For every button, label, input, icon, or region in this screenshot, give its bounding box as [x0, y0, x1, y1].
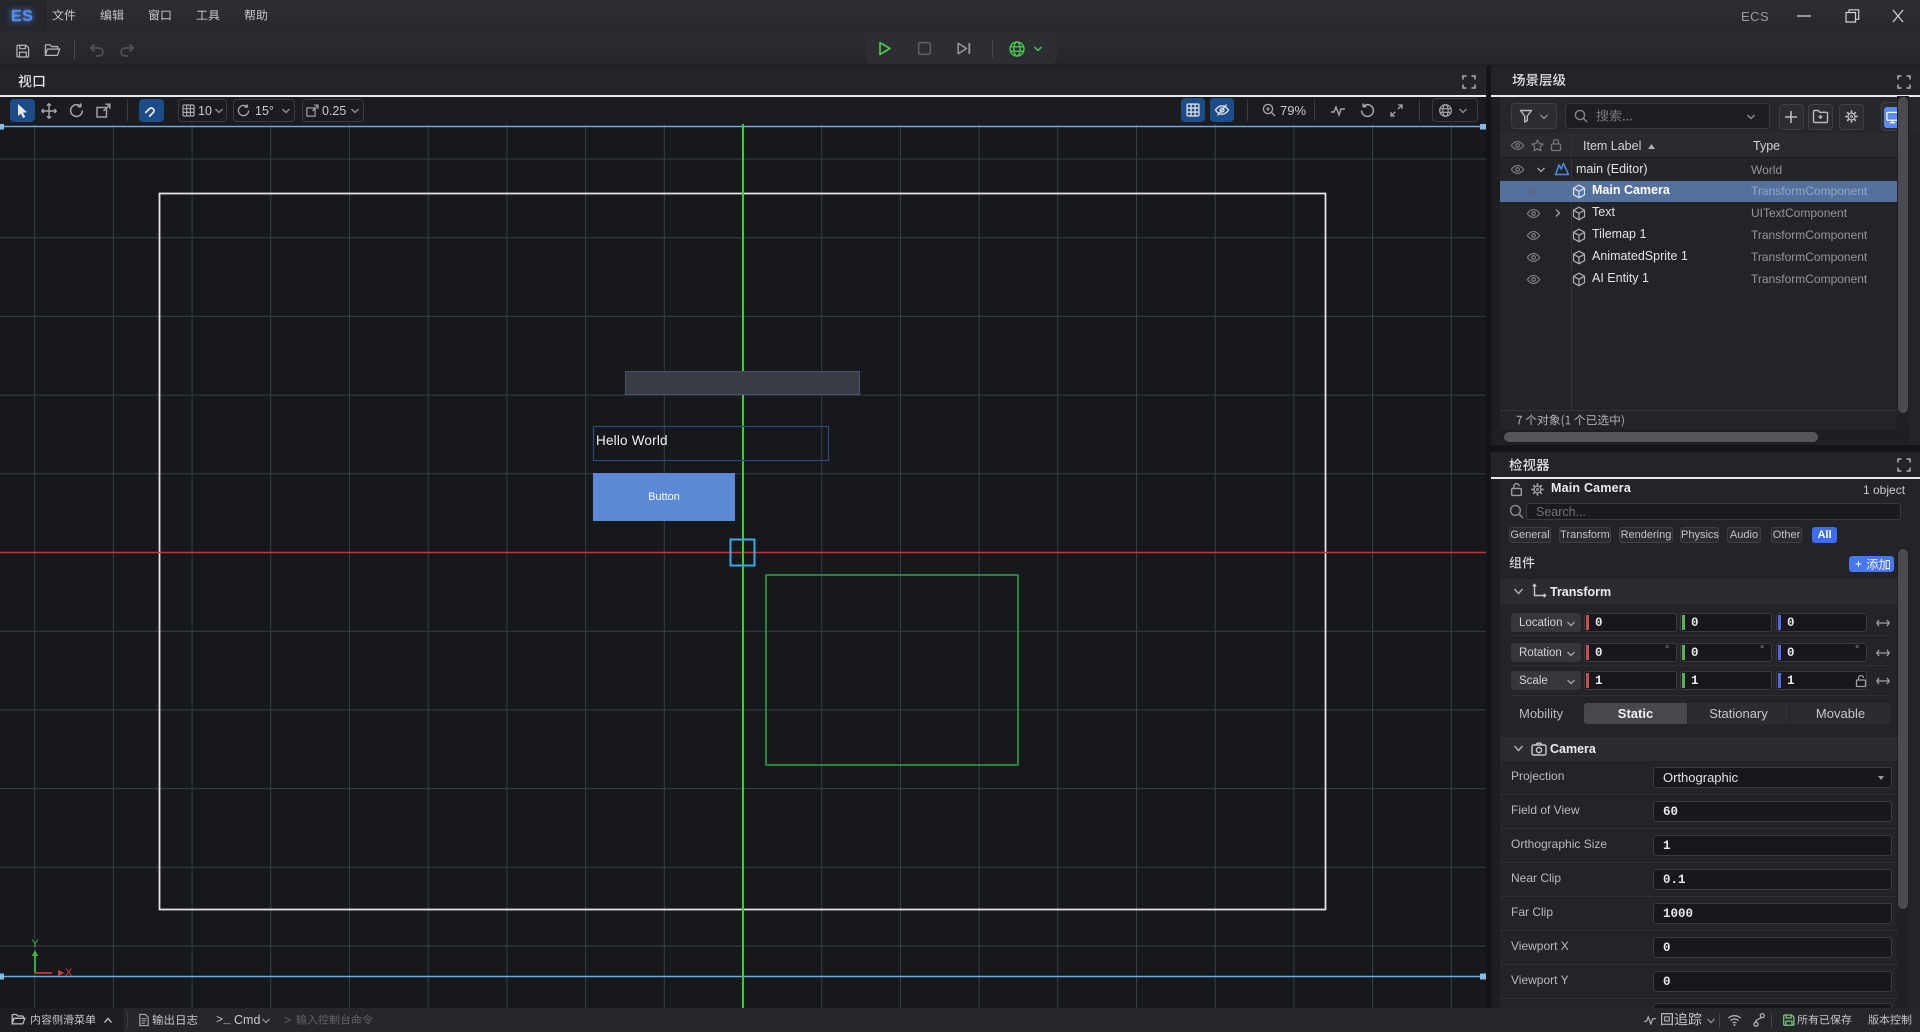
svg-text:Y: Y — [31, 938, 39, 950]
svg-text:X: X — [65, 967, 73, 979]
